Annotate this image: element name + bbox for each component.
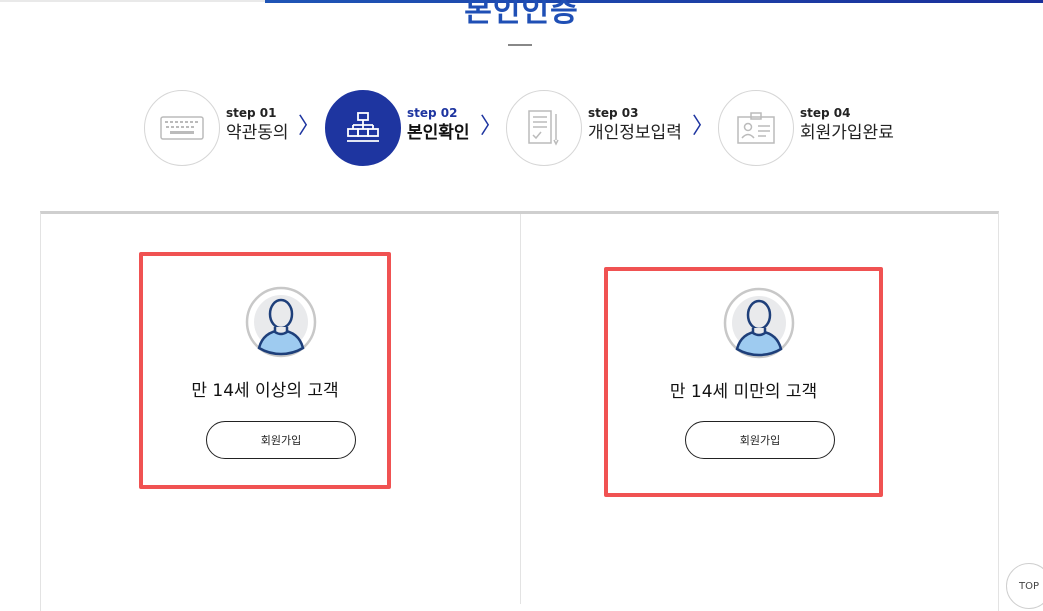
user-avatar-icon	[723, 287, 795, 359]
step-1: step 01 약관동의	[144, 90, 319, 166]
signup-button-14-and-over[interactable]: 회원가입	[206, 421, 356, 459]
chevron-right-icon: 〉	[692, 114, 715, 139]
page-title: 본인인증	[464, 0, 579, 29]
document-pen-icon	[506, 90, 582, 166]
step-2: step 02 본인확인	[325, 90, 490, 166]
step-label: 개인정보입력	[588, 123, 682, 143]
id-card-icon	[718, 90, 794, 166]
step-number: step 01	[226, 106, 277, 120]
card-title: 만 14세 이상의 고객	[191, 381, 339, 401]
step-label: 약관동의	[226, 123, 289, 143]
step-number: step 02	[407, 106, 458, 120]
chevron-right-icon: 〉	[298, 114, 321, 139]
keyboard-icon	[144, 90, 220, 166]
card-title: 만 14세 미만의 고객	[669, 382, 818, 402]
signup-button-under-14[interactable]: 회원가입	[685, 421, 835, 459]
chevron-right-icon: 〉	[480, 114, 503, 139]
title-underline	[508, 44, 532, 46]
step-3: step 03 개인정보입력	[506, 90, 691, 166]
step-number: step 04	[800, 106, 851, 120]
step-label: 회원가입완료	[800, 123, 894, 143]
user-avatar-icon	[245, 286, 317, 358]
scroll-top-button[interactable]: TOP	[1006, 563, 1043, 609]
step-label: 본인확인	[407, 123, 470, 143]
option-card-14-and-over: 만 14세 이상의 고객 회원가입	[139, 252, 391, 489]
org-chart-icon	[325, 90, 401, 166]
step-4: step 04 회원가입완료	[718, 90, 903, 166]
panel-divider	[520, 214, 521, 604]
step-number: step 03	[588, 106, 639, 120]
option-card-under-14: 만 14세 미만의 고객 회원가입	[604, 267, 883, 497]
